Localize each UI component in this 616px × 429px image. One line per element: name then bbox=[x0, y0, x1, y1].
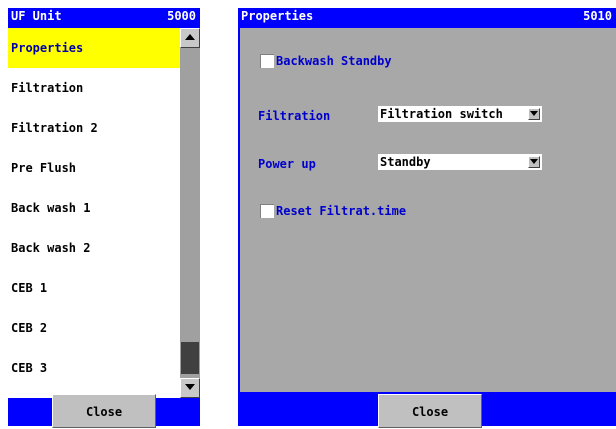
filtration-select[interactable]: Filtration switch bbox=[378, 106, 542, 122]
menu-item-filtration[interactable]: Filtration bbox=[8, 68, 180, 108]
uf-unit-title: UF Unit bbox=[11, 9, 62, 23]
filtration-label: Filtration bbox=[258, 109, 331, 123]
properties-panel: Properties 5010 Backwash Standby Filtrat… bbox=[238, 8, 616, 428]
power-up-select-value: Standby bbox=[380, 155, 431, 169]
scroll-down-button[interactable] bbox=[180, 378, 200, 398]
menu-item-pre-flush[interactable]: Pre Flush bbox=[8, 148, 180, 188]
properties-title: Properties bbox=[241, 9, 314, 23]
menu-item-back-wash-2[interactable]: Back wash 2 bbox=[8, 228, 180, 268]
uf-unit-titlebar: UF Unit 5000 bbox=[8, 8, 200, 24]
menu-item-filtration-2[interactable]: Filtration 2 bbox=[8, 108, 180, 148]
menu-item-properties[interactable]: Properties bbox=[8, 28, 180, 68]
backwash-standby-label: Backwash Standby bbox=[276, 54, 392, 68]
menu-item-ceb-2[interactable]: CEB 2 bbox=[8, 308, 180, 348]
properties-titlebar: Properties 5010 bbox=[238, 8, 616, 24]
menu-item-back-wash-1[interactable]: Back wash 1 bbox=[8, 188, 180, 228]
dropdown-arrow-icon[interactable] bbox=[528, 156, 540, 168]
filtration-select-value: Filtration switch bbox=[380, 107, 503, 121]
reset-filtration-time-label: Reset Filtrat.time bbox=[276, 204, 407, 218]
power-up-select[interactable]: Standby bbox=[378, 154, 542, 170]
menu-item-ceb-1[interactable]: CEB 1 bbox=[8, 268, 180, 308]
power-up-label: Power up bbox=[258, 157, 316, 171]
menu-item-ceb-3[interactable]: CEB 3 bbox=[8, 348, 180, 388]
reset-filtration-time-checkbox[interactable] bbox=[260, 204, 274, 218]
menu-scrollbar[interactable] bbox=[180, 28, 200, 398]
scroll-up-button[interactable] bbox=[180, 28, 200, 48]
properties-content: Backwash Standby Filtration Filtration s… bbox=[240, 28, 616, 392]
backwash-standby-checkbox[interactable] bbox=[260, 54, 274, 68]
dropdown-arrow-icon[interactable] bbox=[528, 108, 540, 120]
close-button-left[interactable]: Close bbox=[52, 394, 156, 428]
uf-unit-panel: UF Unit 5000 Properties Filtration Filtr… bbox=[8, 8, 200, 428]
close-button-right[interactable]: Close bbox=[378, 394, 482, 428]
scroll-thumb[interactable] bbox=[181, 342, 199, 374]
triangle-up-icon bbox=[185, 34, 195, 40]
properties-number: 5010 bbox=[583, 9, 612, 23]
menu-list: Properties Filtration Filtration 2 Pre F… bbox=[8, 28, 180, 398]
uf-unit-number: 5000 bbox=[167, 9, 196, 23]
triangle-down-icon bbox=[185, 384, 195, 390]
